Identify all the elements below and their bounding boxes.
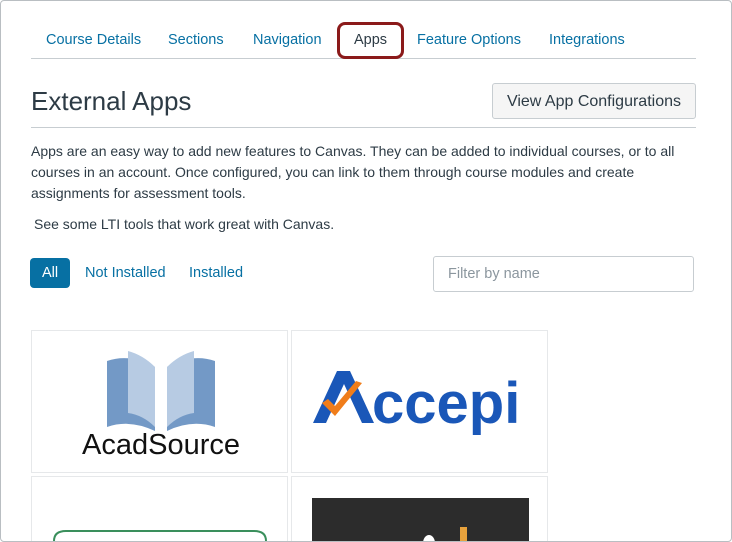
tab-apps[interactable]: Apps — [337, 22, 405, 59]
app-card-3[interactable] — [31, 476, 288, 541]
filter-by-name-input[interactable] — [433, 256, 694, 292]
page-title: External Apps — [31, 86, 192, 116]
filter-installed[interactable]: Installed — [189, 258, 243, 288]
lti-tools-text: See some LTI tools that work great with … — [34, 216, 335, 232]
tab-feature-options[interactable]: Feature Options — [417, 23, 521, 57]
tab-sections[interactable]: Sections — [168, 23, 224, 57]
tab-course-details[interactable]: Course Details — [46, 23, 141, 57]
filter-all[interactable]: All — [30, 258, 71, 288]
view-app-configurations-button[interactable]: View App Configurations — [491, 83, 696, 119]
tab-navigation[interactable]: Navigation — [253, 23, 322, 57]
heading-row: External Apps View App Configurations — [31, 83, 696, 128]
filter-not-installed[interactable]: Not Installed — [85, 258, 166, 288]
app-card-acadsource[interactable]: AcadSource — [31, 330, 288, 473]
acadsource-logo: AcadSource — [82, 351, 240, 461]
orange-logo-mark — [460, 527, 467, 541]
tab-integrations[interactable]: Integrations — [549, 23, 625, 57]
green-outline-shape — [53, 530, 267, 541]
app-card-4-logo — [312, 498, 529, 541]
accepi-logo: ccepi — [313, 371, 520, 436]
apps-description: Apps are an easy way to add new features… — [31, 143, 675, 201]
app-card-accepi[interactable]: ccepi — [291, 330, 548, 473]
app-card-4[interactable] — [291, 476, 548, 541]
dark-logo-panel — [312, 498, 529, 541]
settings-tabs: Course Details Sections Navigation Apps … — [31, 22, 696, 59]
app-card-3-logo — [53, 530, 267, 541]
accepi-logo-text: ccepi — [372, 371, 520, 436]
app-window: Course Details Sections Navigation Apps … — [0, 0, 732, 542]
acadsource-logo-text: AcadSource — [82, 429, 240, 461]
